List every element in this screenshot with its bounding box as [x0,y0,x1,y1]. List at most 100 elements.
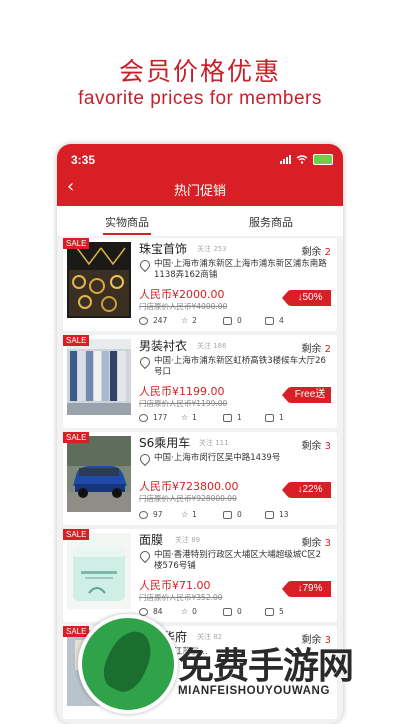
follow-count: 关注 89 [175,536,201,544]
discount-tag: ↓50% [282,290,331,306]
share-icon [265,607,274,616]
address-text: 中国·上海市浦东新区虹桥高铁3楼候车大厅26号口 [154,356,326,377]
share-count[interactable]: 13 [265,510,307,519]
product-card[interactable]: SALE 面膜 关注 89 剩余 3 中国·香港特别行政区大埔区大埔超级城C区2… [63,529,337,622]
remaining-stock: 剩余 2 [301,340,331,355]
favorite-count[interactable]: ☆ 0 [181,607,223,616]
sale-badge: SALE [63,529,90,540]
promo-title: 会员价格优惠 [118,57,281,86]
tab-service-goods[interactable]: 服务商品 [249,214,293,230]
follow-count: 关注 111 [199,439,229,447]
original-price: 门店原价人民币¥4000.00 [139,302,228,311]
store-address: 中国·上海市浦东新区上海市浦东新区浦东南路1138弄162商铺 [137,257,329,281]
shirts-image [67,339,131,415]
app-header: 3:35 ‹ 热门促销 [57,144,343,206]
car-image [67,436,131,512]
address-text: 中国·上海市闵行区吴中路1439号 [154,453,281,463]
share-count[interactable]: 4 [265,316,307,325]
comment-icon [223,510,232,519]
comment-count[interactable]: 0 [223,607,265,616]
sale-badge: SALE [63,432,90,443]
remaining-value: 3 [324,441,331,452]
original-price: 门店原价人民币¥928000.00 [139,494,237,503]
status-icons [280,154,333,165]
location-pin-icon [137,257,153,273]
remaining-stock: 剩余 2 [301,243,331,258]
remaining-stock: 剩余 3 [301,534,331,549]
promo-subtitle: favorite prices for members [78,88,322,109]
eye-icon [139,607,148,616]
product-name: 面膜 [139,533,164,547]
comment-icon [223,413,232,422]
remaining-label: 剩余 [301,538,322,549]
store-address: 中国·上海市闵行区吴中路1439号 [137,451,329,467]
product-name: 珠宝首饰 [139,242,188,256]
product-name: 男装衬衣 [139,339,188,353]
member-price: 人民币¥2000.00 [139,288,225,301]
location-pin-icon [137,354,153,370]
comment-icon [223,316,232,325]
discount-tag: ↓22% [282,482,331,498]
product-card[interactable]: SALE 珠宝首饰 关注 253 剩余 2 中国·上海市浦东新区上海市浦东新区浦… [63,238,337,331]
favorite-count[interactable]: ☆ 2 [181,316,223,325]
share-icon [265,413,274,422]
watermark-subtext: MIANFEISHOUYOUWANG [178,685,330,697]
watermark-logo [78,614,178,714]
remaining-stock: 剩余 3 [301,437,331,452]
active-tab-indicator [103,233,151,235]
follow-count: 关注 186 [197,342,227,350]
view-count: 247 [139,316,181,325]
original-price: 门店原价人民币¥352.00 [139,593,223,602]
battery-icon [313,154,333,165]
view-count: 97 [139,510,181,519]
stats-row: 247 ☆ 2 0 4 [139,316,329,325]
store-address: 中国·上海市浦东新区虹桥高铁3楼候车大厅26号口 [137,354,329,378]
remaining-value: 3 [324,538,331,549]
product-card[interactable]: SALE 男装衬衣 关注 186 剩余 2 中国·上海市浦东新区虹桥高铁3楼候车… [63,335,337,428]
favorite-count[interactable]: ☆ 1 [181,510,223,519]
favorite-count[interactable]: ☆ 1 [181,413,223,422]
location-pin-icon [137,451,153,467]
remaining-label: 剩余 [301,247,322,258]
stats-row: 84 ☆ 0 0 5 [139,607,329,616]
share-count[interactable]: 5 [265,607,307,616]
discount-tag: Free送 [282,387,331,403]
stats-row: 177 ☆ 1 1 1 [139,413,329,422]
wifi-icon [296,155,308,164]
product-card[interactable]: SALE S6乘用车 关注 111 剩余 3 中国·上海市闵行区吴中路1439号… [63,432,337,525]
eye-icon [139,510,148,519]
discount-tag: ↓79% [282,581,331,597]
nav-title: 热门促销 [173,184,226,199]
product-name: S6乘用车 [139,436,191,450]
member-price: 人民币¥1199.00 [139,385,225,398]
star-icon: ☆ [181,316,189,325]
comment-count[interactable]: 0 [223,316,265,325]
remaining-value: 2 [324,247,331,258]
eye-icon [139,413,148,422]
location-pin-icon [137,548,153,564]
star-icon: ☆ [181,413,189,422]
sale-badge: SALE [63,335,90,346]
remaining-label: 剩余 [301,441,322,452]
comment-count[interactable]: 1 [223,413,265,422]
share-count[interactable]: 1 [265,413,307,422]
signal-icon [280,155,291,164]
eye-icon [139,316,148,325]
watermark-text: 免费手游网 [178,646,354,687]
remaining-value: 2 [324,344,331,355]
original-price: 门店原价人民币¥1199.00 [139,399,228,408]
view-count: 84 [139,607,181,616]
sale-badge: SALE [63,238,90,249]
jewelry-image [67,242,131,318]
member-price: 人民币¥71.00 [139,579,211,592]
tab-physical-goods[interactable]: 实物商品 [105,214,149,230]
comment-count[interactable]: 0 [223,510,265,519]
address-text: 中国·香港特别行政区大埔区大埔超级城C区2楼576号铺 [154,550,322,571]
remaining-label: 剩余 [301,344,322,355]
store-address: 中国·香港特别行政区大埔区大埔超级城C区2楼576号铺 [137,548,329,572]
share-icon [265,510,274,519]
share-icon [265,316,274,325]
address-text: 中国·上海市浦东新区上海市浦东新区浦东南路1138弄162商铺 [154,259,327,280]
comment-icon [223,607,232,616]
status-time: 3:35 [71,153,96,167]
